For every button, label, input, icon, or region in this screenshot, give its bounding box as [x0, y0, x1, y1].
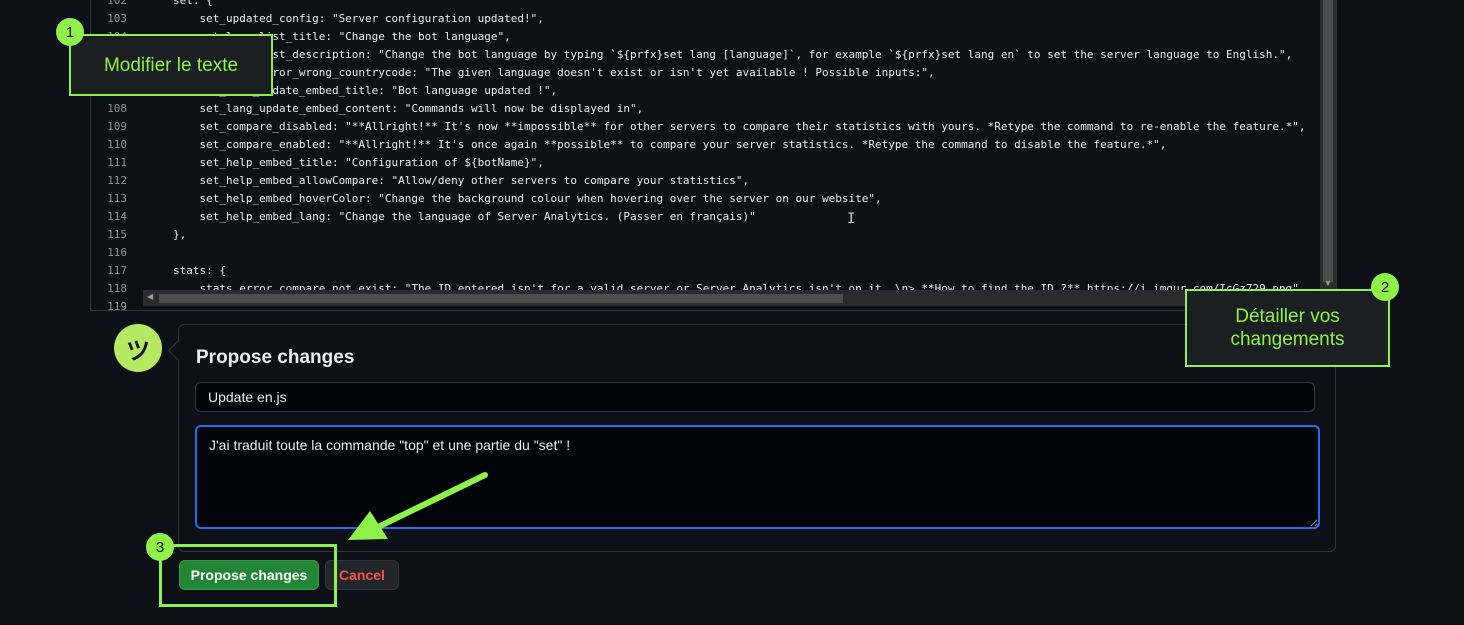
- form-title: Propose changes: [196, 347, 355, 368]
- line-number: 111: [107, 156, 127, 169]
- code-line[interactable]: 107 set_lang_update_embed_title: "Bot la…: [91, 82, 1319, 100]
- code-line[interactable]: 106 set_lang_error_wrong_countrycode: "T…: [91, 64, 1319, 82]
- code-line[interactable]: 103 set_updated_config: "Server configur…: [91, 10, 1319, 28]
- annotation-step1-badge: 1: [56, 18, 84, 46]
- code-line[interactable]: 116: [91, 244, 1319, 262]
- line-number: 103: [107, 12, 127, 25]
- horizontal-scrollbar[interactable]: ◀: [143, 290, 1319, 306]
- line-code[interactable]: set_help_embed_lang: "Change the languag…: [173, 208, 755, 226]
- text-cursor-icon: I: [847, 211, 856, 227]
- scroll-down-arrow-icon[interactable]: ▼: [1324, 279, 1332, 288]
- code-line[interactable]: 105 set_lang_list_description: "Change t…: [91, 46, 1319, 64]
- line-code[interactable]: set_lang_error_wrong_countrycode: "The g…: [173, 64, 934, 82]
- line-code[interactable]: stats: {: [173, 262, 226, 280]
- line-number: 119: [107, 300, 127, 311]
- code-lines[interactable]: 102 set: {103 set_updated_config: "Server…: [91, 0, 1319, 311]
- annotation-step3-badge: 3: [146, 533, 174, 561]
- line-number: 114: [107, 210, 127, 223]
- line-code[interactable]: set_compare_disabled: "**Allright!** It'…: [173, 118, 1305, 136]
- code-line[interactable]: 110 set_compare_enabled: "**Allright!** …: [91, 136, 1319, 154]
- line-code[interactable]: set_updated_config: "Server configuratio…: [173, 10, 543, 28]
- code-line[interactable]: 109 set_compare_disabled: "**Allright!**…: [91, 118, 1319, 136]
- line-code[interactable]: },: [173, 226, 186, 244]
- line-number: 109: [107, 120, 127, 133]
- annotation-step2-text: Détailler vos changements: [1230, 306, 1345, 350]
- avatar: ツ: [114, 324, 162, 372]
- line-number: 108: [107, 102, 127, 115]
- horizontal-scrollbar-thumb[interactable]: [159, 294, 843, 303]
- annotation-step1-callout: Modifier le texte: [69, 34, 273, 96]
- line-code[interactable]: set_lang_update_embed_content: "Commands…: [173, 100, 643, 118]
- line-number: 102: [107, 0, 127, 7]
- vertical-scrollbar-thumb[interactable]: [1323, 0, 1333, 282]
- code-line[interactable]: 104 set_lang_list_title: "Change the bot…: [91, 28, 1319, 46]
- scroll-left-arrow-icon[interactable]: ◀: [147, 292, 153, 301]
- line-code[interactable]: set_help_embed_title: "Configuration of …: [173, 154, 543, 172]
- avatar-glyph: ツ: [126, 337, 150, 365]
- code-line[interactable]: 115},: [91, 226, 1319, 244]
- line-code[interactable]: set_lang_list_description: "Change the b…: [173, 46, 1292, 64]
- line-number: 116: [107, 246, 127, 259]
- annotation-step2-number: 2: [1380, 278, 1390, 296]
- line-code[interactable]: set_help_embed_allowCompare: "Allow/deny…: [173, 172, 749, 190]
- annotation-step3-frame: [159, 544, 337, 607]
- line-number: 110: [107, 138, 127, 151]
- code-line[interactable]: 114 set_help_embed_lang: "Change the lan…: [91, 208, 1319, 226]
- code-line[interactable]: 113 set_help_embed_hoverColor: "Change t…: [91, 190, 1319, 208]
- code-line[interactable]: 102 set: {: [91, 0, 1319, 10]
- annotation-arrow-icon: [348, 472, 488, 540]
- line-number: 113: [107, 192, 127, 205]
- code-line[interactable]: 117 stats: {: [91, 262, 1319, 280]
- vertical-scrollbar[interactable]: ▼: [1320, 0, 1336, 290]
- line-number: 118: [107, 282, 127, 295]
- line-code[interactable]: set_help_embed_hoverColor: "Change the b…: [173, 190, 881, 208]
- form-caret: [167, 339, 190, 362]
- annotation-step2-callout: Détailler vos changements: [1185, 289, 1390, 367]
- annotation-step2-badge: 2: [1371, 273, 1399, 301]
- code-line[interactable]: 112 set_help_embed_allowCompare: "Allow/…: [91, 172, 1319, 190]
- annotation-step1-text: Modifier le texte: [103, 54, 239, 76]
- line-code[interactable]: set: {: [173, 0, 213, 10]
- line-code[interactable]: set_compare_enabled: "**Allright!** It's…: [173, 136, 1166, 154]
- commit-summary-input[interactable]: [195, 382, 1315, 412]
- line-number: 112: [107, 174, 127, 187]
- code-line[interactable]: 108 set_lang_update_embed_content: "Comm…: [91, 100, 1319, 118]
- line-number: 115: [107, 228, 127, 241]
- code-editor[interactable]: 102 set: {103 set_updated_config: "Server…: [90, 0, 1337, 311]
- line-number: 117: [107, 264, 127, 277]
- annotation-step1-number: 1: [65, 23, 75, 41]
- code-line[interactable]: 111 set_help_embed_title: "Configuration…: [91, 154, 1319, 172]
- annotation-step3-number: 3: [155, 538, 165, 556]
